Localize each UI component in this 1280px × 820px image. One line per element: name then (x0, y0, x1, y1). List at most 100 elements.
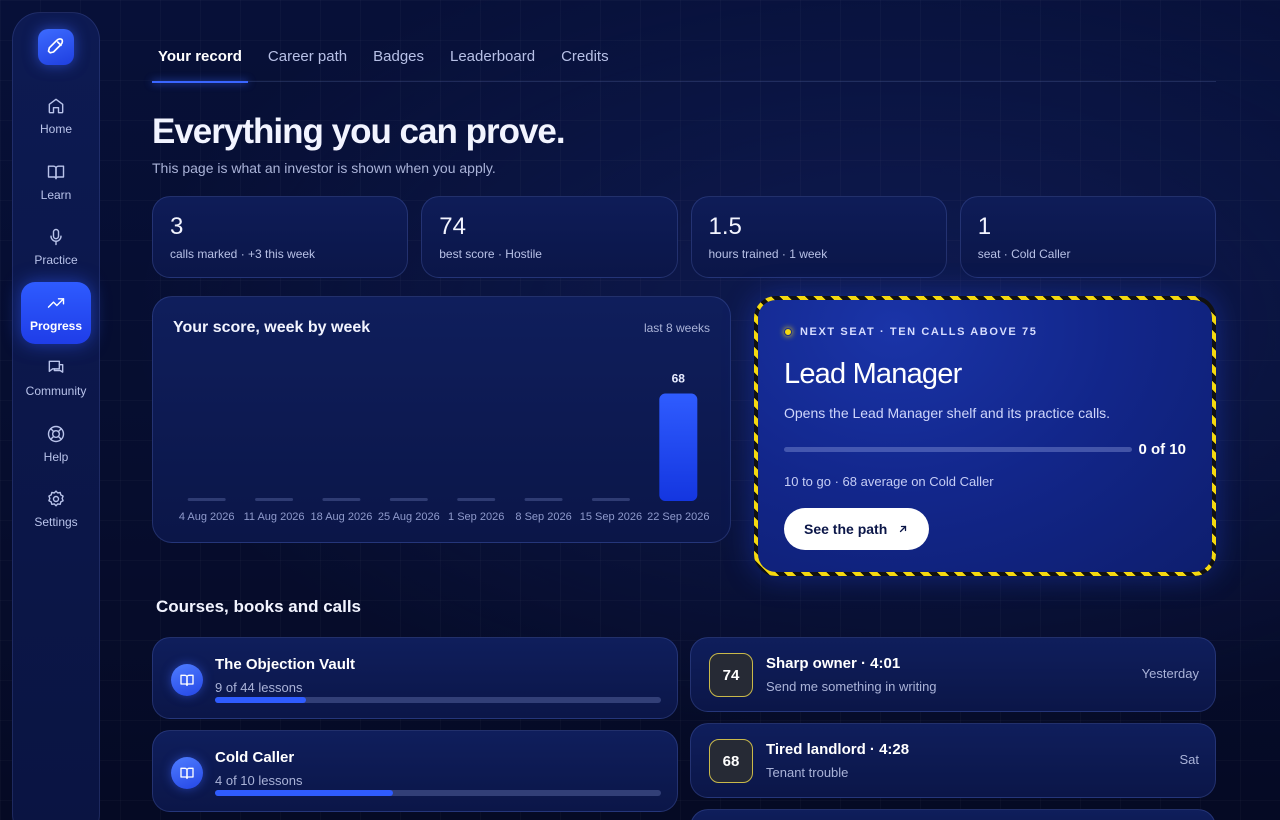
next-seat-eyebrow: NEXT SEAT · TEN CALLS ABOVE 75 (784, 326, 1037, 338)
next-seat-card: NEXT SEAT · TEN CALLS ABOVE 75 Lead Mana… (754, 296, 1216, 576)
course-progress-bar (215, 790, 661, 796)
sidebar-item-settings[interactable]: Settings (21, 478, 91, 540)
chat-icon (48, 360, 64, 373)
chart-bar (389, 498, 428, 501)
book-icon (47, 164, 65, 179)
course-name: The Objection Vault (215, 656, 356, 673)
call-card[interactable]: 74 Sharp owner · 4:01 Send me something … (690, 637, 1216, 712)
chart-bar (591, 498, 630, 501)
chart-bar (322, 498, 361, 501)
see-the-path-label: See the path (804, 521, 888, 537)
stat-card-hours: 1.5 hours trained · 1 week (690, 196, 947, 278)
call-title: Sharp owner · 4:01 (766, 655, 901, 672)
sidebar-item-label: Help (43, 449, 69, 464)
course-card[interactable]: Cold Caller 4 of 10 lessons (152, 730, 678, 812)
course-progress-label: 9 of 44 lessons (215, 680, 303, 695)
call-subtitle: Tenant trouble (766, 765, 849, 780)
tab-leaderboard[interactable]: Leaderboard (450, 40, 535, 82)
next-seat-progress-count: 0 of 10 (1138, 441, 1186, 458)
next-seat-meta: 10 to go · 68 average on Cold Caller (784, 474, 994, 489)
status-dot-icon (784, 328, 792, 336)
chart-tick-label: 18 Aug 2026 (311, 511, 373, 523)
chart-tick-label: 25 Aug 2026 (378, 511, 440, 523)
section-title: Courses, books and calls (156, 597, 362, 616)
course-progress-label: 4 of 10 lessons (215, 773, 303, 788)
app-logo[interactable] (38, 29, 74, 65)
tab-career-path[interactable]: Career path (268, 40, 347, 82)
sidebar-item-progress[interactable]: Progress (21, 281, 91, 344)
book-icon (171, 757, 203, 789)
stat-label: seat · Cold Caller (977, 247, 1071, 261)
course-name: Cold Caller (215, 749, 295, 766)
next-seat-inner: NEXT SEAT · TEN CALLS ABOVE 75 Lead Mana… (758, 300, 1212, 572)
sidebar-item-label: Progress (29, 318, 83, 333)
mic-icon (50, 228, 62, 246)
call-timestamp: Sat (1179, 752, 1199, 767)
sidebar-item-home[interactable]: Home (21, 85, 91, 147)
stat-label: best score · Hostile (439, 247, 542, 261)
sidebar-nav: Home Learn Practice Progress Community H… (21, 85, 91, 544)
sidebar-item-label: Community (25, 384, 87, 398)
next-seat-description: Opens the Lead Manager shelf and its pra… (784, 405, 1111, 421)
rocket-icon (47, 38, 64, 54)
chart-bar (457, 498, 496, 501)
book-icon (171, 664, 203, 696)
chart-bar (255, 498, 294, 501)
sidebar-item-label: Home (39, 122, 72, 136)
lifebuoy-icon (47, 425, 65, 442)
tab-badges[interactable]: Badges (373, 40, 424, 82)
stat-label: calls marked · +3 this week (170, 247, 316, 261)
sidebar-item-help[interactable]: Help (21, 413, 91, 475)
call-timestamp: Yesterday (1141, 666, 1199, 681)
chart-tick-label: 11 Aug 2026 (244, 511, 305, 523)
chart-bar (187, 498, 226, 501)
page-subtitle: This page is what an investor is shown w… (152, 160, 496, 176)
call-card[interactable] (690, 809, 1216, 820)
chart-tick-label: 1 Sep 2026 (448, 511, 504, 523)
chart-tick-label: 15 Sep 2026 (580, 511, 642, 523)
tab-bar: Your record Career path Badges Leaderboa… (152, 40, 1216, 83)
stat-value: 74 (439, 213, 466, 240)
chart-tick-label: 22 Sep 2026 (647, 511, 709, 523)
home-icon (48, 98, 64, 114)
chart-title: Your score, week by week (173, 319, 371, 336)
course-progress-bar (215, 697, 661, 703)
chart-bar (659, 393, 698, 501)
stat-card-best-score: 74 best score · Hostile (421, 196, 678, 278)
next-seat-eyebrow-text: NEXT SEAT · TEN CALLS ABOVE 75 (800, 326, 1038, 338)
call-subtitle: Send me something in writing (766, 679, 937, 694)
chart-tick-label: 8 Sep 2026 (515, 511, 571, 523)
arrow-up-right-icon (900, 525, 907, 533)
chart-tick-label: 4 Aug 2026 (179, 511, 235, 523)
page-title: Everything you can prove. (152, 112, 566, 151)
see-the-path-button[interactable]: See the path (784, 508, 930, 550)
stat-value: 1 (977, 213, 992, 240)
course-progress-fill (215, 697, 307, 703)
stat-card-calls: 3 calls marked · +3 this week (152, 196, 409, 278)
gear-icon (48, 490, 64, 507)
course-progress-fill (215, 790, 394, 796)
sidebar-item-label: Settings (34, 515, 78, 529)
sidebar-item-community[interactable]: Community (21, 347, 91, 409)
chart-bar (524, 498, 563, 501)
course-card[interactable]: The Objection Vault 9 of 44 lessons (152, 637, 678, 719)
stat-card-seat: 1 seat · Cold Caller (959, 196, 1216, 278)
stat-value: 1.5 (708, 213, 742, 240)
tab-your-record[interactable]: Your record (152, 40, 248, 83)
stat-value: 3 (170, 213, 184, 240)
sidebar-item-learn[interactable]: Learn (21, 151, 91, 213)
sidebar-item-label: Practice (34, 253, 78, 267)
trend-up-icon (47, 297, 65, 308)
next-seat-title: Lead Manager (784, 358, 962, 390)
tab-credits[interactable]: Credits (561, 40, 609, 82)
call-score-badge: 74 (709, 653, 753, 697)
score-chart-card: 4 Aug 2026 11 Aug 2026 18 Aug 2026 25 Aug 2… (152, 296, 731, 543)
stats-row: 3 calls marked · +3 this week 74 best sc… (152, 196, 1216, 278)
chart-data-label: 68 (672, 372, 686, 386)
call-card[interactable]: 68 Tired landlord · 4:28 Tenant trouble … (690, 723, 1216, 798)
stat-label: hours trained · 1 week (708, 247, 828, 261)
sidebar: Home Learn Practice Progress Community H… (12, 12, 100, 820)
sidebar-item-practice[interactable]: Practice (21, 216, 91, 278)
chart-range: last 8 weeks (643, 321, 710, 335)
call-title: Tired landlord · 4:28 (766, 741, 910, 758)
